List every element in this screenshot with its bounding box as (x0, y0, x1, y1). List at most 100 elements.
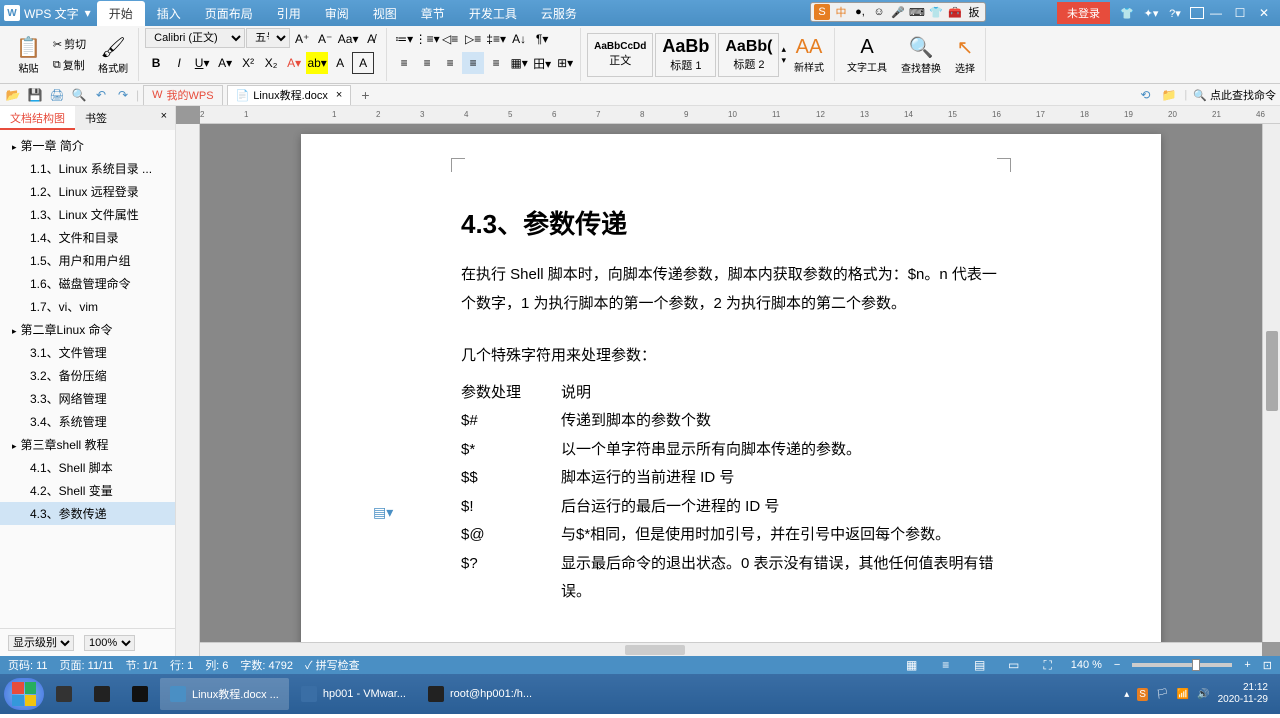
font-color-button[interactable]: A▾ (283, 52, 305, 74)
outline-item[interactable]: 第一章 简介 (0, 134, 175, 157)
shrink-font-button[interactable]: A⁻ (314, 28, 336, 50)
char-shading-button[interactable]: A (329, 52, 351, 74)
outdent-button[interactable]: ◁≡ (439, 28, 461, 50)
view-print-icon[interactable]: ▦ (901, 654, 923, 676)
bullets-button[interactable]: ≔▾ (393, 28, 415, 50)
sync-icon[interactable]: ⟲ (1136, 86, 1154, 104)
cut-button[interactable]: ✂ 剪切 (49, 34, 90, 54)
outline-level-select[interactable]: 显示级别 (8, 635, 74, 651)
bookmark-tab[interactable]: 书签 (75, 106, 117, 130)
underline-button[interactable]: U▾ (191, 52, 213, 74)
tray-clock[interactable]: 21:122020-11-29 (1218, 682, 1268, 706)
text-tool-button[interactable]: A文字工具 (841, 30, 893, 80)
style-more-button[interactable]: ▴▾ (781, 44, 786, 66)
show-marks-button[interactable]: ¶▾ (531, 28, 553, 50)
start-button[interactable] (4, 678, 44, 710)
outline-item[interactable]: 1.7、vi、vim (0, 295, 175, 318)
indent-button[interactable]: ▷≡ (462, 28, 484, 50)
shading-button[interactable]: ▦▾ (508, 52, 530, 74)
style-heading2[interactable]: AaBb(标题 2 (718, 33, 779, 77)
menu-tab[interactable]: 引用 (265, 1, 313, 26)
ime-keyboard-icon[interactable]: ⌨ (909, 4, 925, 20)
menu-tab[interactable]: 开发工具 (457, 1, 529, 26)
outline-item[interactable]: 1.1、Linux 系统目录 ... (0, 157, 175, 180)
maximize-button[interactable]: ☐ (1228, 3, 1252, 23)
menu-tab[interactable]: 章节 (409, 1, 457, 26)
open-icon[interactable]: 📂 (4, 86, 22, 104)
bold-button[interactable]: B (145, 52, 167, 74)
tabs-button[interactable]: ⊞▾ (554, 52, 576, 74)
tshirt-icon[interactable]: 👕 (1118, 4, 1136, 22)
settings-icon[interactable]: ✦▾ (1142, 4, 1160, 22)
menu-tab[interactable]: 开始 (97, 1, 145, 26)
find-replace-button[interactable]: 🔍查找替换 (895, 30, 947, 80)
tray-ime-icon[interactable]: S (1137, 688, 1148, 701)
outline-item[interactable]: 4.1、Shell 脚本 (0, 456, 175, 479)
grow-font-button[interactable]: A⁺ (291, 28, 313, 50)
outline-item[interactable]: 1.3、Linux 文件属性 (0, 203, 175, 226)
zoom-percent[interactable]: 140 % (1071, 659, 1102, 671)
taskbar-item[interactable] (84, 678, 120, 710)
ime-punct-icon[interactable]: ●, (852, 4, 868, 20)
outline-item[interactable]: 1.6、磁盘管理命令 (0, 272, 175, 295)
ime-tool-icon[interactable]: 🧰 (947, 4, 963, 20)
folder-icon[interactable]: 📁 (1160, 86, 1178, 104)
align-center-button[interactable]: ≡ (416, 52, 438, 74)
ime-mic-icon[interactable]: 🎤 (890, 4, 906, 20)
menu-tab[interactable]: 审阅 (313, 1, 361, 26)
search-command[interactable]: 🔍 点此查找命令 (1193, 87, 1276, 103)
view-read-icon[interactable]: ▭ (1003, 654, 1025, 676)
change-case-button[interactable]: Aa▾ (337, 28, 359, 50)
add-tab-button[interactable]: + (355, 87, 375, 103)
tray-volume-icon[interactable]: 🔊 (1197, 689, 1209, 700)
page-options-icon[interactable]: ▤▾ (373, 504, 393, 521)
save-icon[interactable]: 💾 (26, 86, 44, 104)
status-spell[interactable]: ✓ 拼写检查 (305, 657, 360, 673)
outline-item[interactable]: 1.2、Linux 远程登录 (0, 180, 175, 203)
vertical-scrollbar[interactable] (1262, 124, 1280, 642)
ime-logo-icon[interactable]: S (814, 4, 830, 20)
strike-button[interactable]: A▾ (214, 52, 236, 74)
new-style-button[interactable]: AA新样式 (788, 30, 830, 80)
taskbar-item[interactable]: Linux教程.docx ... (160, 678, 289, 710)
paste-button[interactable]: 📋粘贴 (10, 30, 47, 80)
outline-item[interactable]: 1.5、用户和用户组 (0, 249, 175, 272)
tray-show-hidden-icon[interactable]: ▴ (1124, 689, 1129, 700)
menu-tab[interactable]: 页面布局 (193, 1, 265, 26)
outline-item[interactable]: 第三章shell 教程 (0, 433, 175, 456)
zoom-in-button[interactable]: + (1244, 659, 1250, 671)
outline-item[interactable]: 第二章Linux 命令 (0, 318, 175, 341)
outline-zoom-select[interactable]: 100% (84, 635, 135, 651)
ribbon-toggle-icon[interactable] (1190, 7, 1204, 19)
document-tab[interactable]: 📄 Linux教程.docx× (227, 85, 352, 105)
minimize-button[interactable]: — (1204, 3, 1228, 23)
subscript-button[interactable]: X₂ (260, 52, 282, 74)
font-size-select[interactable]: 五号 (246, 28, 290, 48)
zoom-slider[interactable] (1132, 663, 1232, 667)
redo-icon[interactable]: ↷ (114, 86, 132, 104)
char-border-button[interactable]: A (352, 52, 374, 74)
outline-item[interactable]: 4.3、参数传递 (0, 502, 175, 525)
outline-item[interactable]: 3.2、备份压缩 (0, 364, 175, 387)
menu-tab[interactable]: 云服务 (529, 1, 589, 26)
menu-tab[interactable]: 视图 (361, 1, 409, 26)
outline-item[interactable]: 1.4、文件和目录 (0, 226, 175, 249)
ime-toolbar[interactable]: S 中 ●, ☺ 🎤 ⌨ 👕 🧰 扳 (810, 2, 986, 22)
taskbar-item[interactable]: hp001 - VMwar... (291, 678, 416, 710)
align-left-button[interactable]: ≡ (393, 52, 415, 74)
line-spacing-button[interactable]: ‡≡▾ (485, 28, 507, 50)
help-icon[interactable]: ?▾ (1166, 4, 1184, 22)
my-wps-tab[interactable]: W 我的WPS (143, 85, 222, 105)
taskbar-item[interactable]: root@hp001:/h... (418, 678, 542, 710)
italic-button[interactable]: I (168, 52, 190, 74)
login-button[interactable]: 未登录 (1057, 2, 1110, 24)
distribute-button[interactable]: ≡ (485, 52, 507, 74)
outline-item[interactable]: 3.1、文件管理 (0, 341, 175, 364)
ime-settings-icon[interactable]: 扳 (966, 4, 982, 20)
style-heading1[interactable]: AaBb标题 1 (655, 33, 716, 77)
close-button[interactable]: ✕ (1252, 3, 1276, 23)
ime-skin-icon[interactable]: 👕 (928, 4, 944, 20)
view-outline-icon[interactable]: ≡ (935, 654, 957, 676)
outline-item[interactable]: 3.4、系统管理 (0, 410, 175, 433)
view-fullscreen-icon[interactable]: ⛶ (1037, 654, 1059, 676)
